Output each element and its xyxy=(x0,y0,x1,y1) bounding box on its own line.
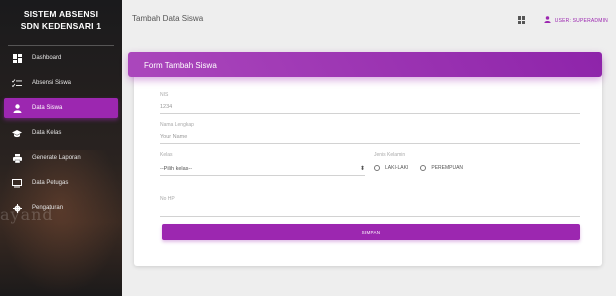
sidebar-item-label: Data Petugas xyxy=(32,180,69,186)
kelas-field[interactable]: Kelas --Pilih kelas-- ⬍ xyxy=(160,152,365,176)
brand-line-2: SDN KEDENSARI 1 xyxy=(20,21,102,31)
nis-input[interactable]: 1234 xyxy=(160,104,580,110)
kelas-label: Kelas xyxy=(160,152,173,158)
sidebar-item-generate-laporan[interactable]: Generate Laporan xyxy=(4,148,118,168)
person-icon xyxy=(544,16,551,25)
list-check-icon xyxy=(12,78,22,88)
brand-line-1: SISTEM ABSENSI xyxy=(23,9,99,19)
sidebar-item-label: Data Kelas xyxy=(32,130,62,136)
kelas-selected-value: --Pilih kelas-- xyxy=(160,165,193,172)
radio-laki-laki-label[interactable]: LAKI-LAKI xyxy=(385,165,408,171)
save-button[interactable]: SIMPAN xyxy=(162,224,580,240)
select-arrows-icon: ⬍ xyxy=(359,166,365,172)
sidebar-item-data-siswa[interactable]: Data Siswa xyxy=(4,98,118,118)
brand: SISTEM ABSENSI SDN KEDENSARI 1 xyxy=(0,0,122,46)
sidebar-item-label: Absensi Siswa xyxy=(32,80,72,86)
kelas-select[interactable]: --Pilih kelas-- ⬍ xyxy=(160,165,365,173)
radio-perempuan[interactable] xyxy=(420,165,427,171)
print-icon xyxy=(12,153,22,163)
jenis-kelamin-options: LAKI-LAKI PEREMPUAN xyxy=(374,165,574,171)
apps-grid-icon[interactable] xyxy=(518,16,526,24)
sidebar-item-absensi-siswa[interactable]: Absensi Siswa xyxy=(4,73,118,93)
radio-perempuan-label[interactable]: PEREMPUAN xyxy=(431,165,463,171)
sidebar-item-label: Dashboard xyxy=(32,55,62,61)
topbar: Tambah Data Siswa USER: SUPERADMIN xyxy=(122,0,616,40)
nis-underline xyxy=(160,113,580,114)
sidebar-background-watermark: ayand xyxy=(0,205,54,224)
nama-underline xyxy=(160,143,580,144)
dashboard-icon xyxy=(12,53,22,63)
radio-laki-laki[interactable] xyxy=(374,165,380,171)
sidebar-item-data-petugas[interactable]: Data Petugas xyxy=(4,173,118,193)
sidebar-item-label: Generate Laporan xyxy=(32,155,81,161)
page-title: Tambah Data Siswa xyxy=(132,14,204,23)
brand-divider xyxy=(8,45,114,46)
sidebar-item-dashboard[interactable]: Dashboard xyxy=(4,48,118,68)
nama-input[interactable]: Your Name xyxy=(160,134,580,140)
user-menu[interactable]: USER: SUPERADMIN xyxy=(544,16,608,25)
monitor-icon xyxy=(12,178,22,188)
sidebar-nav: Dashboard Absensi Siswa Data Siswa Data … xyxy=(0,48,122,218)
sidebar-item-label: Data Siswa xyxy=(32,105,63,111)
nama-label: Nama Lengkap xyxy=(160,122,194,128)
sidebar-item-data-kelas[interactable]: Data Kelas xyxy=(4,123,118,143)
hp-label: No HP xyxy=(160,196,175,202)
card-header: Form Tambah Siswa xyxy=(128,52,602,77)
hp-underline xyxy=(160,216,580,217)
nis-label: NIS xyxy=(160,92,169,98)
nis-field[interactable]: NIS 1234 xyxy=(160,92,580,114)
user-label: USER: SUPERADMIN xyxy=(554,17,608,24)
nama-field[interactable]: Nama Lengkap Your Name xyxy=(160,122,580,144)
person-icon xyxy=(12,103,22,113)
hp-field[interactable]: No HP xyxy=(160,196,580,217)
jenis-kelamin-label: Jenis Kelamin xyxy=(374,152,406,158)
school-icon xyxy=(12,128,22,138)
kelas-underline xyxy=(160,175,365,176)
sidebar: SISTEM ABSENSI SDN KEDENSARI 1 Dashboard… xyxy=(0,0,122,296)
jenis-kelamin-field: Jenis Kelamin LAKI-LAKI PEREMPUAN xyxy=(374,152,574,171)
form-card: Form Tambah Siswa NIS 1234 Nama Lengkap … xyxy=(128,52,602,266)
